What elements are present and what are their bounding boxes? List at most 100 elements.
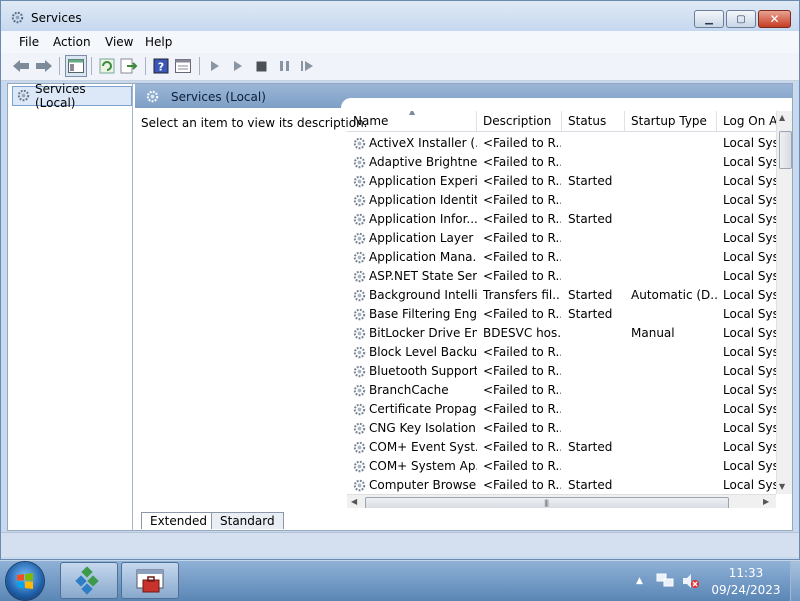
service-description: <Failed to R... <box>483 421 561 435</box>
column-description[interactable]: Description <box>477 111 562 131</box>
taskbar-toolbox-app[interactable] <box>121 562 179 599</box>
component-services-icon <box>75 565 99 595</box>
toolbar-separator <box>199 57 200 75</box>
service-name: Bluetooth Support... <box>369 364 477 378</box>
volume-muted-icon[interactable] <box>682 561 700 601</box>
console-tree-icon[interactable] <box>65 55 87 77</box>
column-name[interactable]: Name ▲ <box>347 111 477 131</box>
table-row[interactable]: BitLocker Drive En... BDESVC hos... Manual… <box>347 324 777 343</box>
table-row[interactable]: Computer Browser <Failed to R... Started Lo… <box>347 476 777 495</box>
table-row[interactable]: Application Layer ... <Failed to R... Loca… <box>347 229 777 248</box>
scroll-right-icon[interactable]: ▶ <box>763 497 769 506</box>
menu-help[interactable]: Help <box>141 34 176 50</box>
service-name: Block Level Backu... <box>369 345 477 359</box>
help-icon[interactable]: ? <box>151 56 171 76</box>
restart-service-icon[interactable] <box>297 56 317 76</box>
pause-service-icon[interactable] <box>274 56 294 76</box>
service-description: <Failed to R... <box>483 478 561 492</box>
start-service-alt-icon[interactable] <box>228 56 248 76</box>
window-title: Services <box>31 11 82 25</box>
table-row[interactable]: Adaptive Brightness <Failed to R... Local … <box>347 153 777 172</box>
table-row[interactable]: BranchCache <Failed to R... Local Syst <box>347 381 777 400</box>
column-log-on-as[interactable]: Log On A <box>717 111 777 131</box>
network-icon[interactable] <box>656 561 674 601</box>
close-button[interactable]: ✕ <box>758 10 791 28</box>
table-row[interactable]: Base Filtering Engi... <Failed to R... Sta… <box>347 305 777 324</box>
menu-bar: File Action View Help <box>1 31 799 54</box>
show-hidden-icons-icon[interactable]: ▲ <box>636 561 643 601</box>
stop-service-icon[interactable] <box>251 56 271 76</box>
service-log-on-as: Local Syst <box>723 193 777 207</box>
show-desktop-button[interactable] <box>790 561 800 601</box>
service-gear-icon <box>352 136 367 151</box>
start-service-icon[interactable] <box>205 56 225 76</box>
table-row[interactable]: COM+ Event Syst... <Failed to R... Started… <box>347 438 777 457</box>
minimize-button[interactable]: ▁ <box>694 10 724 28</box>
horizontal-scrollbar[interactable]: ◀ ||| ▶ <box>347 494 776 508</box>
forward-arrow-icon[interactable] <box>34 56 54 76</box>
maximize-button[interactable]: ▢ <box>726 10 756 28</box>
tab-standard[interactable]: Standard <box>211 512 284 529</box>
table-row[interactable]: Background Intelli... Transfers fil... Sta… <box>347 286 777 305</box>
scroll-left-icon[interactable]: ◀ <box>351 497 357 506</box>
service-description: BDESVC hos... <box>483 326 561 340</box>
service-description: <Failed to R... <box>483 174 561 188</box>
service-log-on-as: Local Syst <box>723 269 777 283</box>
table-row[interactable]: Bluetooth Support... <Failed to R... Local… <box>347 362 777 381</box>
header-notch <box>341 98 792 108</box>
table-row[interactable]: CNG Key Isolation <Failed to R... Local Sy… <box>347 419 777 438</box>
taskbar-services-app[interactable] <box>60 562 118 599</box>
toolbar: ? <box>1 53 799 81</box>
service-log-on-as: Local Syst <box>723 307 777 321</box>
column-status[interactable]: Status <box>562 111 625 131</box>
horizontal-scroll-thumb[interactable]: ||| <box>365 497 729 508</box>
table-row[interactable]: ActiveX Installer (... <Failed to R... Loc… <box>347 134 777 153</box>
column-startup-type[interactable]: Startup Type <box>625 111 717 131</box>
table-row[interactable]: Block Level Backu... <Failed to R... Local… <box>347 343 777 362</box>
menu-file[interactable]: File <box>15 34 43 50</box>
service-name: BranchCache <box>369 383 449 397</box>
service-description: <Failed to R... <box>483 383 561 397</box>
start-button[interactable] <box>6 562 44 600</box>
refresh-icon[interactable] <box>97 56 117 76</box>
clock-time: 11:33 <box>728 566 764 580</box>
service-name: Application Experi... <box>369 174 477 188</box>
column-startup-label: Startup Type <box>631 114 707 128</box>
details-header: Services (Local) <box>135 84 792 108</box>
menu-action[interactable]: Action <box>49 34 95 50</box>
service-log-on-as: Local Syst <box>723 326 777 340</box>
service-gear-icon <box>352 269 367 284</box>
service-gear-icon <box>352 478 367 493</box>
vertical-scroll-thumb[interactable] <box>779 131 792 169</box>
service-name: Application Identity <box>369 193 477 207</box>
service-description: <Failed to R... <box>483 345 561 359</box>
tab-extended[interactable]: Extended <box>141 512 216 529</box>
table-row[interactable]: COM+ System Ap... <Failed to R... Local Sy… <box>347 457 777 476</box>
service-description: <Failed to R... <box>483 440 561 454</box>
system-clock[interactable]: 11:33 09/24/2023 <box>708 565 784 599</box>
service-description: <Failed to R... <box>483 402 561 416</box>
table-row[interactable]: Application Infor... <Failed to R... Start… <box>347 210 777 229</box>
table-row[interactable]: Application Mana... <Failed to R... Local … <box>347 248 777 267</box>
table-row[interactable]: Application Identity <Failed to R... Local… <box>347 191 777 210</box>
menu-view[interactable]: View <box>101 34 137 50</box>
service-gear-icon <box>352 174 367 189</box>
service-log-on-as: Local Syst <box>723 345 777 359</box>
service-name: Certificate Propag... <box>369 402 477 416</box>
column-name-label: Name <box>353 114 389 128</box>
tree-item-services-local[interactable]: Services (Local) <box>12 82 132 110</box>
table-row[interactable]: Certificate Propag... <Failed to R... Loca… <box>347 400 777 419</box>
scroll-up-icon[interactable]: ▲ <box>779 113 785 122</box>
title-bar[interactable]: Services ▁ ▢ ✕ <box>1 1 799 31</box>
toolbar-separator <box>145 57 146 75</box>
service-status: Started <box>568 307 613 321</box>
service-name: Application Mana... <box>369 250 477 264</box>
properties-icon[interactable] <box>173 56 193 76</box>
table-row[interactable]: Application Experi... <Failed to R... Star… <box>347 172 777 191</box>
back-arrow-icon[interactable] <box>11 56 31 76</box>
vertical-scrollbar[interactable]: ▲ ▼ <box>776 111 792 494</box>
service-description: <Failed to R... <box>483 155 561 169</box>
export-list-icon[interactable] <box>119 56 139 76</box>
scroll-down-icon[interactable]: ▼ <box>779 482 785 491</box>
table-row[interactable]: ASP.NET State Ser... <Failed to R... Local… <box>347 267 777 286</box>
